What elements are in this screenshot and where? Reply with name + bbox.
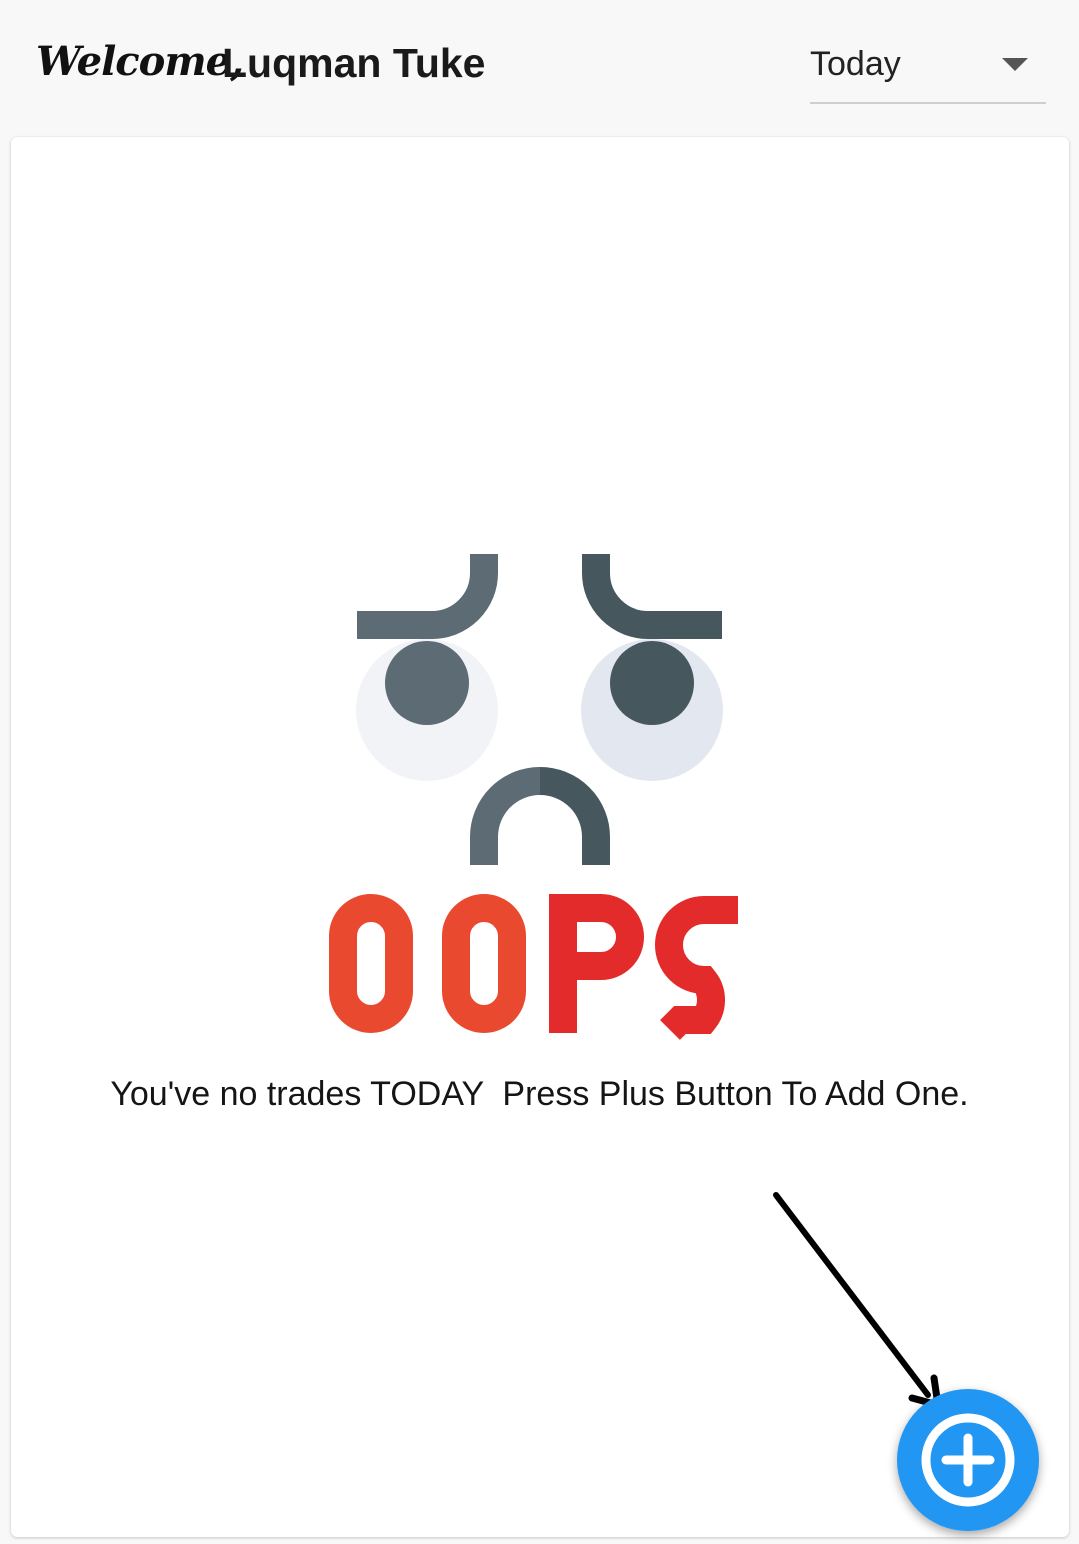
- plus-circle-icon: [921, 1413, 1015, 1507]
- add-trade-button[interactable]: [897, 1389, 1039, 1531]
- arrow-icon: [773, 1192, 942, 1409]
